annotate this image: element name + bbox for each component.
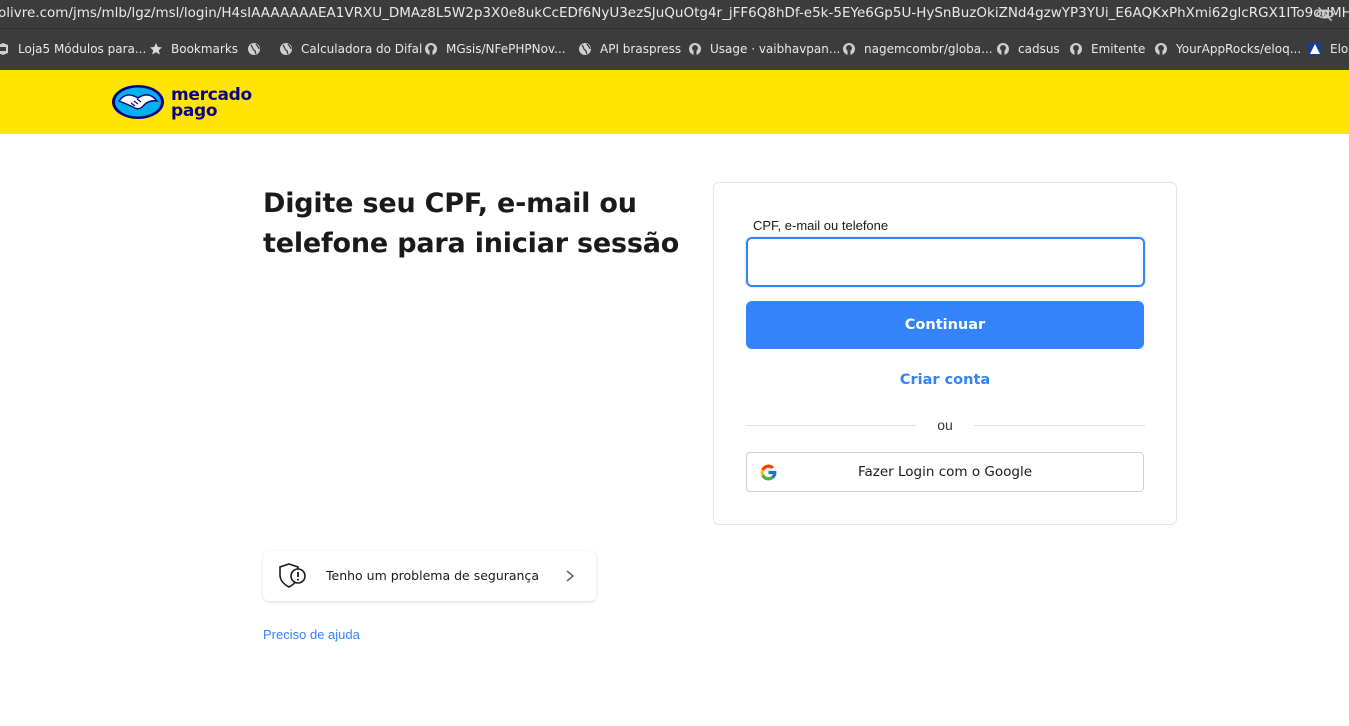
bookmark-label: Emitente xyxy=(1091,42,1146,56)
security-problem-label: Tenho um problema de segurança xyxy=(326,568,540,583)
globe-icon xyxy=(280,43,292,55)
bookmark-label: cadsus xyxy=(1018,42,1060,56)
bookmark-item[interactable]: Bookmarks xyxy=(149,39,238,59)
bookmark-item[interactable]: API braspress xyxy=(578,39,681,59)
bookmark-label: API braspress xyxy=(600,42,682,56)
bookmark-item[interactable]: cadsus xyxy=(996,39,1060,59)
shield-alert-icon xyxy=(279,563,306,588)
bookmarks-bar: Loja5 Módulos para... Bookmarks Calculad… xyxy=(0,28,1349,70)
bookmark-item[interactable]: MGsis/NFePHPNov... xyxy=(424,39,566,59)
bookmark-item[interactable]: Usage · vaibhavpan... xyxy=(688,39,840,59)
github-icon xyxy=(1070,43,1082,55)
eye-off-icon[interactable] xyxy=(1315,4,1335,24)
app-icon xyxy=(1308,42,1322,56)
bookmark-label: Bookmarks xyxy=(171,42,239,56)
divider-left xyxy=(746,425,916,426)
bookmark-item[interactable]: Loja5 Módulos para... xyxy=(0,39,146,59)
github-icon xyxy=(1155,43,1167,55)
logo-line-2: pago xyxy=(171,101,218,121)
continue-button[interactable]: Continuar xyxy=(746,301,1144,349)
security-problem-link[interactable]: Tenho um problema de segurança xyxy=(263,551,596,601)
login-card: CPF, e-mail ou telefone Continuar Criar … xyxy=(713,182,1177,525)
bookmark-label: MGsis/NFePHPNov... xyxy=(446,42,566,56)
bookmark-item[interactable] xyxy=(247,39,269,59)
bookmark-item[interactable]: nagemcombr/globa... xyxy=(842,39,993,59)
globe-icon xyxy=(248,43,260,55)
bookmark-favicon xyxy=(0,43,8,55)
star-icon xyxy=(150,43,162,55)
bookmark-label: Loja5 Módulos para... xyxy=(18,42,147,56)
chevron-right-icon xyxy=(566,570,575,582)
github-icon xyxy=(689,43,701,55)
google-login-label: Fazer Login com o Google xyxy=(857,464,1033,480)
bookmark-item[interactable]: Emitente xyxy=(1069,39,1145,59)
login-field-label: CPF, e-mail ou telefone xyxy=(753,218,889,233)
mercado-pago-logo[interactable]: mercado pago xyxy=(111,83,261,123)
bookmark-item[interactable]: Calculadora do Difal xyxy=(279,39,422,59)
bookmark-label: nagemcombr/globa... xyxy=(864,42,993,56)
bookmark-label: YourAppRocks/eloq... xyxy=(1176,42,1302,56)
bookmark-label: Calculadora do Difal xyxy=(301,42,423,56)
globe-icon xyxy=(579,43,591,55)
bookmark-item[interactable]: YourAppRocks/eloq... xyxy=(1154,39,1301,59)
github-icon xyxy=(425,43,437,55)
address-bar[interactable]: olivre.com/jms/mlb/lgz/msl/login/H4sIAAA… xyxy=(0,0,1349,28)
github-icon xyxy=(997,43,1009,55)
help-link[interactable]: Preciso de ajuda xyxy=(263,627,360,642)
url-text[interactable]: olivre.com/jms/mlb/lgz/msl/login/H4sIAAA… xyxy=(0,0,1349,26)
logo-text: mercado pago xyxy=(171,87,252,121)
create-account-link[interactable]: Criar conta xyxy=(714,372,1176,388)
or-separator: ou xyxy=(937,417,953,433)
divider-right xyxy=(974,425,1145,426)
handshake-icon xyxy=(112,85,164,119)
bookmark-item[interactable]: Eloq xyxy=(1308,39,1349,59)
bookmark-label: Usage · vaibhavpan... xyxy=(710,42,841,56)
google-login-button[interactable]: Fazer Login com o Google xyxy=(746,452,1144,492)
page-title: Digite seu CPF, e-mail ou telefone para … xyxy=(263,188,680,259)
github-icon xyxy=(843,43,855,55)
site-header: mercado pago xyxy=(0,70,1349,134)
login-input[interactable] xyxy=(746,237,1145,287)
bookmark-label: Eloq xyxy=(1330,42,1349,56)
